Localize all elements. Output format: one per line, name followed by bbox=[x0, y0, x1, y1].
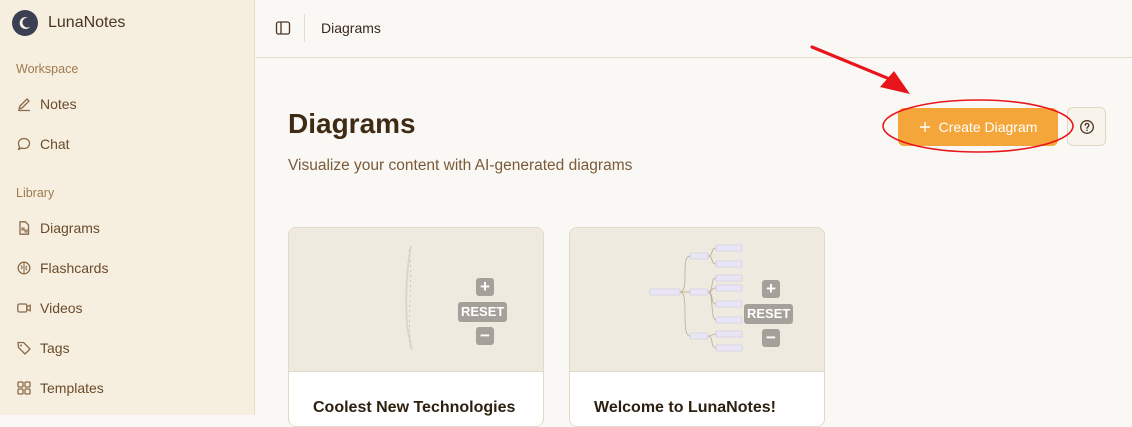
diagram-preview bbox=[405, 245, 413, 351]
sidebar-item-label: Tags bbox=[40, 340, 70, 356]
diagram-thumbnail: + RESET − bbox=[570, 228, 824, 372]
top-bar: Diagrams bbox=[256, 0, 1132, 58]
app-name: LunaNotes bbox=[48, 14, 126, 31]
zoom-in-button[interactable]: + bbox=[476, 278, 494, 296]
section-label-workspace: Workspace bbox=[16, 62, 79, 76]
diagram-file-icon bbox=[19, 221, 30, 235]
plus-icon bbox=[919, 122, 930, 132]
sidebar-item-notes[interactable]: Notes bbox=[8, 88, 246, 120]
brand[interactable]: LunaNotes bbox=[12, 10, 125, 36]
grid-icon bbox=[17, 381, 31, 395]
sidebar-item-videos[interactable]: Videos bbox=[8, 292, 246, 324]
sidebar-item-templates[interactable]: Templates bbox=[8, 372, 246, 404]
zoom-reset-button[interactable]: RESET bbox=[458, 302, 508, 322]
create-diagram-label: Create Diagram bbox=[938, 119, 1038, 135]
panel-left-icon bbox=[275, 21, 291, 35]
sidebar-item-label: Videos bbox=[40, 300, 83, 316]
sidebar-item-diagrams[interactable]: Diagrams bbox=[8, 212, 246, 244]
zoom-out-button[interactable]: − bbox=[476, 327, 494, 345]
sidebar-item-tags[interactable]: Tags bbox=[8, 332, 246, 364]
sidebar-item-label: Templates bbox=[40, 380, 104, 396]
zoom-in-button[interactable]: + bbox=[762, 280, 780, 298]
pencil-icon bbox=[18, 98, 30, 112]
sidebar-item-flashcards[interactable]: Flashcards bbox=[8, 252, 246, 284]
section-label-library: Library bbox=[16, 186, 55, 200]
moon-logo-icon bbox=[12, 10, 38, 36]
sidebar-item-chat[interactable]: Chat bbox=[8, 128, 246, 160]
mindmap-preview bbox=[649, 244, 743, 352]
page-subtitle: Visualize your content with AI-generated… bbox=[288, 157, 633, 174]
help-button[interactable] bbox=[1067, 107, 1106, 146]
brain-icon bbox=[17, 261, 31, 275]
card-title: Welcome to LunaNotes! bbox=[594, 399, 776, 416]
diagram-thumbnail: + RESET − bbox=[289, 228, 543, 372]
sidebar-item-label: Diagrams bbox=[40, 220, 100, 236]
divider bbox=[304, 14, 305, 42]
sidebar-item-label: Flashcards bbox=[40, 260, 109, 276]
zoom-reset-button[interactable]: RESET bbox=[744, 304, 794, 324]
video-camera-icon bbox=[17, 303, 31, 313]
help-circle-icon bbox=[1079, 119, 1094, 134]
create-diagram-button[interactable]: Create Diagram bbox=[898, 108, 1058, 146]
chat-bubble-icon bbox=[17, 137, 31, 151]
breadcrumb[interactable]: Diagrams bbox=[321, 20, 381, 36]
diagram-card[interactable]: + RESET − Coolest New Technologies bbox=[288, 227, 544, 427]
sidebar: LunaNotes Workspace Notes Chat Library D… bbox=[0, 0, 255, 415]
sidebar-item-label: Notes bbox=[40, 96, 77, 112]
page-title: Diagrams bbox=[288, 108, 416, 139]
annotation-arrow-head bbox=[880, 71, 910, 94]
sidebar-item-label: Chat bbox=[40, 136, 70, 152]
sidebar-toggle-button[interactable] bbox=[272, 17, 294, 39]
tag-icon bbox=[17, 341, 31, 355]
zoom-out-button[interactable]: − bbox=[762, 329, 780, 347]
diagram-card[interactable]: + RESET − Welcome to LunaNotes! bbox=[569, 227, 825, 427]
card-title: Coolest New Technologies bbox=[313, 399, 516, 416]
